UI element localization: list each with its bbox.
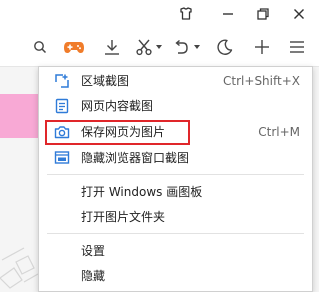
- scissors-icon[interactable]: [134, 36, 154, 58]
- search-icon[interactable]: [32, 36, 48, 58]
- menu-item-settings[interactable]: 设置: [39, 239, 312, 263]
- close-icon[interactable]: [289, 4, 309, 24]
- undo-icon[interactable]: [171, 36, 191, 58]
- menu-item-label: 网页内容截图: [81, 99, 154, 113]
- menu-divider: [47, 174, 304, 175]
- menu-item-area-screenshot[interactable]: 区域截图 Ctrl+Shift+X: [39, 69, 312, 93]
- browser-toolbar: [0, 28, 319, 67]
- menu-item-shortcut: Ctrl+Shift+X: [223, 74, 300, 88]
- camera-icon: [53, 123, 71, 141]
- menu-item-label: 隐藏: [81, 269, 106, 283]
- restore-icon[interactable]: [253, 4, 273, 24]
- menu-item-hide[interactable]: 隐藏: [39, 264, 312, 288]
- skin-icon[interactable]: [176, 4, 196, 24]
- menu-item-label: 区域截图: [81, 74, 130, 88]
- dropdown-arrow-icon[interactable]: [155, 36, 163, 58]
- night-mode-icon[interactable]: [215, 36, 235, 58]
- menu-icon[interactable]: [287, 36, 307, 58]
- add-icon[interactable]: [252, 36, 272, 58]
- minimize-icon[interactable]: [218, 4, 238, 24]
- screenshot-dropdown-menu: 区域截图 Ctrl+Shift+X 网页内容截图 保存网页为图片 Ctrl+M: [38, 66, 313, 292]
- webpage-content-icon: [53, 97, 71, 115]
- title-bar: [0, 0, 319, 28]
- menu-item-label: 设置: [81, 244, 106, 258]
- dropdown-arrow-icon[interactable]: [193, 36, 201, 58]
- game-controller-icon[interactable]: [62, 36, 86, 58]
- hide-window-screenshot-icon: [53, 149, 71, 167]
- menu-item-label: 隐藏浏览器窗口截图: [81, 151, 190, 165]
- menu-divider: [47, 233, 304, 234]
- menu-item-label: 打开 Windows 画图板: [81, 185, 203, 199]
- area-screenshot-icon: [53, 72, 71, 90]
- menu-item-label: 打开图片文件夹: [81, 210, 166, 224]
- menu-item-open-paint[interactable]: 打开 Windows 画图板: [39, 180, 312, 204]
- menu-item-open-image-folder[interactable]: 打开图片文件夹: [39, 205, 312, 229]
- download-icon[interactable]: [102, 36, 122, 58]
- menu-item-hide-window-screenshot[interactable]: 隐藏浏览器窗口截图: [39, 146, 312, 170]
- menu-item-label: 保存网页为图片: [81, 125, 166, 139]
- menu-item-webpage-content-screenshot[interactable]: 网页内容截图: [39, 94, 312, 118]
- menu-item-save-webpage-as-image[interactable]: 保存网页为图片 Ctrl+M: [39, 120, 312, 144]
- menu-item-shortcut: Ctrl+M: [258, 125, 300, 139]
